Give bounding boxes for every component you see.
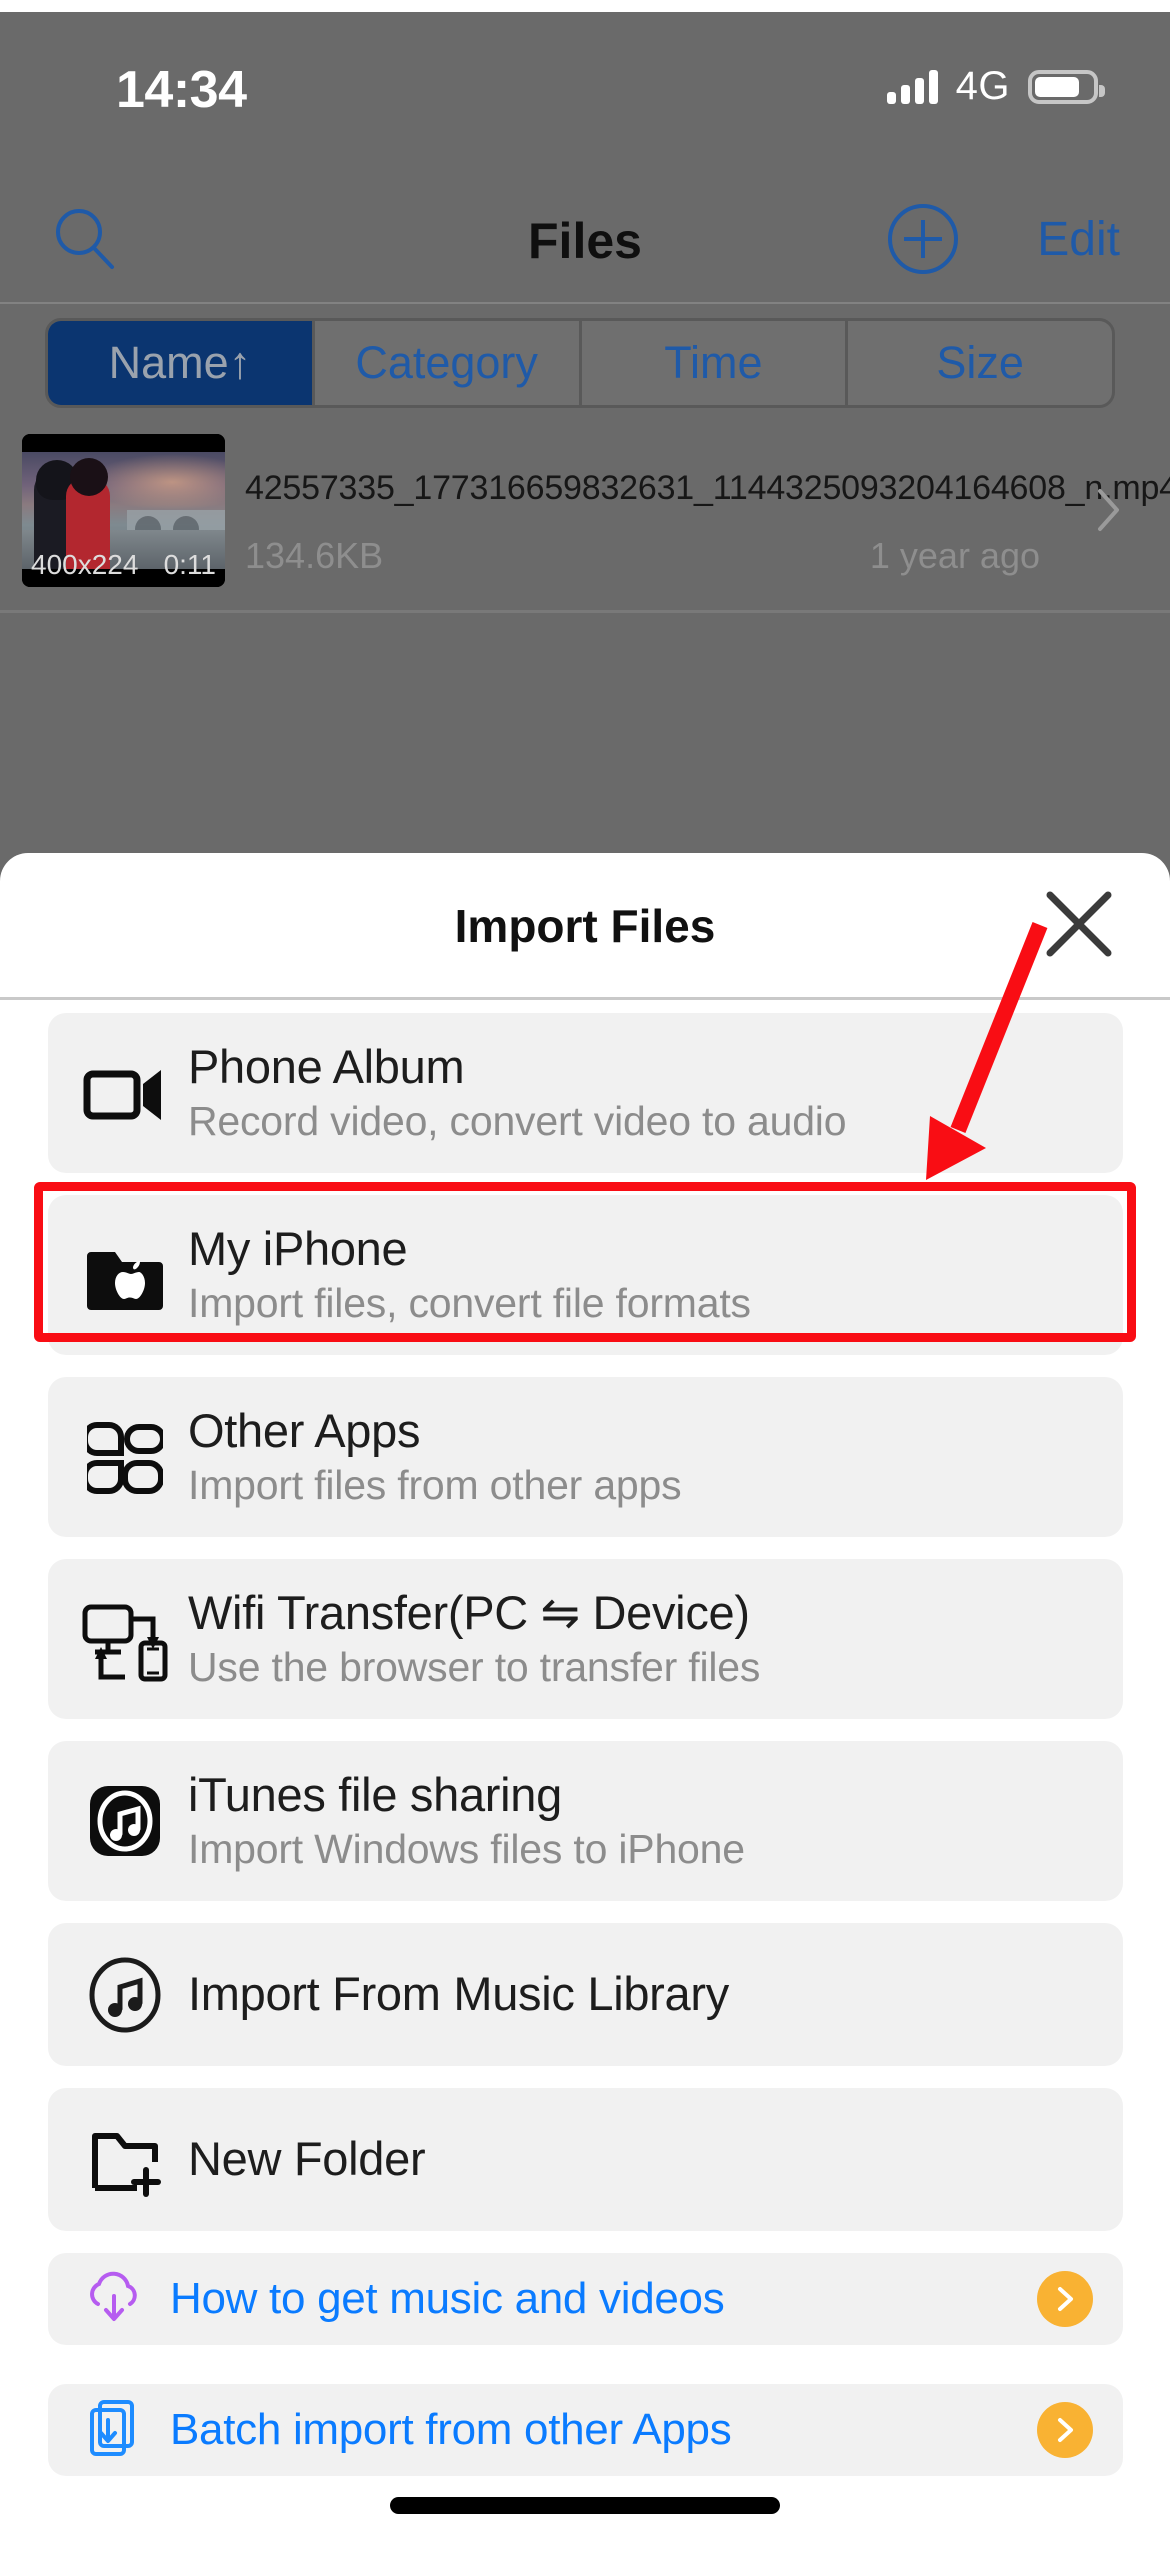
file-size-label: 134.6KB <box>245 535 384 576</box>
import-option-subtitle: Import files from other apps <box>188 1462 682 1509</box>
import-option-subtitle: Record video, convert video to audio <box>188 1098 847 1145</box>
import-option-wifi-transfer[interactable]: Wifi Transfer(PC ⇋ Device) Use the brows… <box>48 1559 1123 1719</box>
import-option-title: iTunes file sharing <box>188 1767 562 1821</box>
video-thumbnail: 400x224 0:11 <box>22 434 225 587</box>
cloud-download-icon <box>68 2270 160 2328</box>
import-option-text: Phone Album Record video, convert video … <box>178 1039 1123 1146</box>
chevron-right-icon <box>1096 487 1122 533</box>
import-option-new-folder[interactable]: New Folder <box>48 2088 1123 2231</box>
file-name-label: 42557335_177316659832631_114432509320416… <box>245 469 1170 507</box>
link-text: Batch import from other Apps <box>160 2405 1123 2454</box>
status-bar-time: 14:34 <box>116 61 247 119</box>
itunes-filled-icon <box>72 1782 178 1860</box>
import-option-text: New Folder <box>178 2133 1123 2186</box>
sheet-divider <box>0 997 1170 1000</box>
import-option-text: Import From Music Library <box>178 1968 1123 2021</box>
music-note-circle-icon <box>72 1956 178 2034</box>
battery-icon <box>1028 69 1105 104</box>
chevron-right-badge-icon[interactable] <box>1037 2271 1093 2327</box>
close-x-icon[interactable] <box>1036 881 1122 967</box>
sheet-header: Import Files <box>0 853 1170 997</box>
apple-folder-icon <box>72 1236 178 1314</box>
status-bar: 14:34 4G <box>0 12 1170 137</box>
sort-tab-name[interactable]: Name↑ <box>48 321 315 405</box>
thumbnail-resolution-label: 400x224 <box>31 549 139 580</box>
chevron-right-badge-icon[interactable] <box>1037 2402 1093 2458</box>
top-hairline <box>0 0 1170 12</box>
thumbnail-duration-label: 0:11 <box>163 549 216 580</box>
sheet-title: Import Files <box>454 900 716 952</box>
import-option-text: iTunes file sharing Import Windows files… <box>178 1767 1123 1874</box>
document-download-icon <box>68 2398 160 2462</box>
link-how-to-get-music-and-videos[interactable]: How to get music and videos <box>48 2253 1123 2345</box>
home-indicator <box>390 2497 780 2514</box>
page-title: Files <box>528 213 642 269</box>
sort-segmented-control[interactable]: Name↑ Category Time Size <box>45 318 1115 408</box>
import-option-subtitle: Use the browser to transfer files <box>188 1644 761 1691</box>
sort-tab-size[interactable]: Size <box>848 321 1112 405</box>
link-batch-import-from-other-apps[interactable]: Batch import from other Apps <box>48 2384 1123 2476</box>
import-option-text: Other Apps Import files from other apps <box>178 1403 1123 1510</box>
import-option-phone-album[interactable]: Phone Album Record video, convert video … <box>48 1013 1123 1173</box>
status-bar-indicators: 4G <box>886 64 1105 109</box>
import-files-sheet: Import Files Phone Album Record video, c… <box>0 853 1170 2550</box>
link-title: Batch import from other Apps <box>170 2405 732 2455</box>
file-list-item[interactable]: 400x224 0:11 42557335_177316659832631_11… <box>0 425 1170 610</box>
import-option-music-library[interactable]: Import From Music Library <box>48 1923 1123 2066</box>
edit-button[interactable]: Edit <box>1037 212 1120 267</box>
import-option-title: Wifi Transfer(PC ⇋ Device) <box>188 1585 750 1639</box>
sort-tab-category[interactable]: Category <box>315 321 582 405</box>
import-option-text: Wifi Transfer(PC ⇋ Device) Use the brows… <box>178 1585 1123 1692</box>
file-date-label: 1 year ago <box>869 535 1040 576</box>
link-text: How to get music and videos <box>160 2274 1123 2323</box>
wifi-transfer-icon <box>72 1595 178 1683</box>
import-option-subtitle: Import Windows files to iPhone <box>188 1826 745 1873</box>
nav-bar: Files Edit <box>0 180 1170 300</box>
sort-tab-time[interactable]: Time <box>582 321 849 405</box>
new-folder-icon <box>72 2122 178 2198</box>
import-option-title: Import From Music Library <box>188 1967 729 2021</box>
file-row-divider <box>0 610 1170 613</box>
plus-circle-icon[interactable] <box>886 202 960 276</box>
import-option-other-apps[interactable]: Other Apps Import files from other apps <box>48 1377 1123 1537</box>
import-option-text: My iPhone Import files, convert file for… <box>178 1221 1123 1328</box>
import-option-title: My iPhone <box>188 1221 408 1275</box>
status-bar-network-label: 4G <box>955 64 1010 108</box>
import-option-my-iphone[interactable]: My iPhone Import files, convert file for… <box>48 1195 1123 1355</box>
video-camera-icon <box>72 1062 178 1124</box>
nav-divider <box>0 302 1170 304</box>
import-option-title: Phone Album <box>188 1039 465 1093</box>
link-title: How to get music and videos <box>170 2274 725 2324</box>
import-option-title: New Folder <box>188 2132 426 2186</box>
apps-grid-icon <box>72 1419 178 1495</box>
signal-bars-icon <box>886 69 938 104</box>
import-option-title: Other Apps <box>188 1403 421 1457</box>
import-option-itunes-file-sharing[interactable]: iTunes file sharing Import Windows files… <box>48 1741 1123 1901</box>
import-option-subtitle: Import files, convert file formats <box>188 1280 751 1327</box>
